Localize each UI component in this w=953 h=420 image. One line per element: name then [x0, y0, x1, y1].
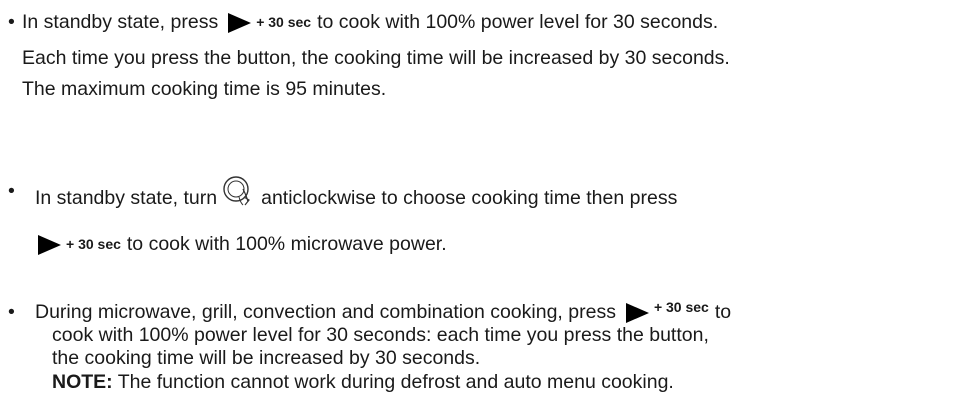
bullet-1-line-2: Each time you press the button, the cook… — [22, 47, 730, 69]
bullet-1-line-3: The maximum cooking time is 95 minutes. — [22, 78, 387, 100]
bullet-3-line-2: cook with 100% power level for 30 second… — [52, 324, 709, 346]
start-30sec-button-icon: + 30 sec — [226, 11, 311, 35]
bullet-marker-3: • — [8, 301, 15, 323]
bullet-3-text-before: During microwave, grill, convection and … — [35, 301, 616, 323]
bullet-2-text-after-2: to cook with 100% microwave power. — [126, 233, 447, 255]
start-30sec-button-icon: + 30 sec — [624, 299, 709, 325]
play-triangle-icon — [228, 12, 252, 33]
dial-knob-icon — [221, 175, 253, 215]
bullet-2-line-1: In standby state, turn anticlockwise to … — [35, 176, 678, 219]
note-text: The function cannot work during defrost … — [112, 371, 674, 393]
bullet-3-line-3: the cooking time will be increased by 30… — [52, 347, 481, 369]
bullet-1-line-1: In standby state, press + 30 sec to cook … — [22, 10, 718, 35]
bullet-3-note: NOTE: The function cannot work during de… — [52, 370, 674, 394]
bullet-3-text-after: to — [714, 301, 732, 323]
bullet-1-text-after: to cook with 100% power level for 30 sec… — [317, 11, 719, 33]
start-30sec-button-icon: + 30 sec — [36, 233, 121, 257]
button-label: + 30 sec — [256, 13, 312, 30]
bullet-3-line-1: During microwave, grill, convection and … — [35, 299, 732, 325]
bullet-marker-1: • — [8, 11, 15, 33]
bullet-2-text-after: anticlockwise to choose cooking time the… — [261, 187, 678, 210]
button-label: + 30 sec — [653, 298, 709, 315]
button-label: + 30 sec — [66, 235, 121, 252]
play-triangle-icon — [625, 302, 649, 323]
bullet-marker-2: • — [8, 180, 15, 202]
bullet-1-text-before: In standby state, press — [22, 11, 219, 33]
bullet-2-line-2: + 30 sec to cook with 100% microwave powe… — [36, 232, 447, 257]
bullet-2-text-before: In standby state, turn — [35, 187, 218, 210]
play-triangle-icon — [38, 234, 61, 255]
note-label: NOTE: — [52, 371, 113, 393]
